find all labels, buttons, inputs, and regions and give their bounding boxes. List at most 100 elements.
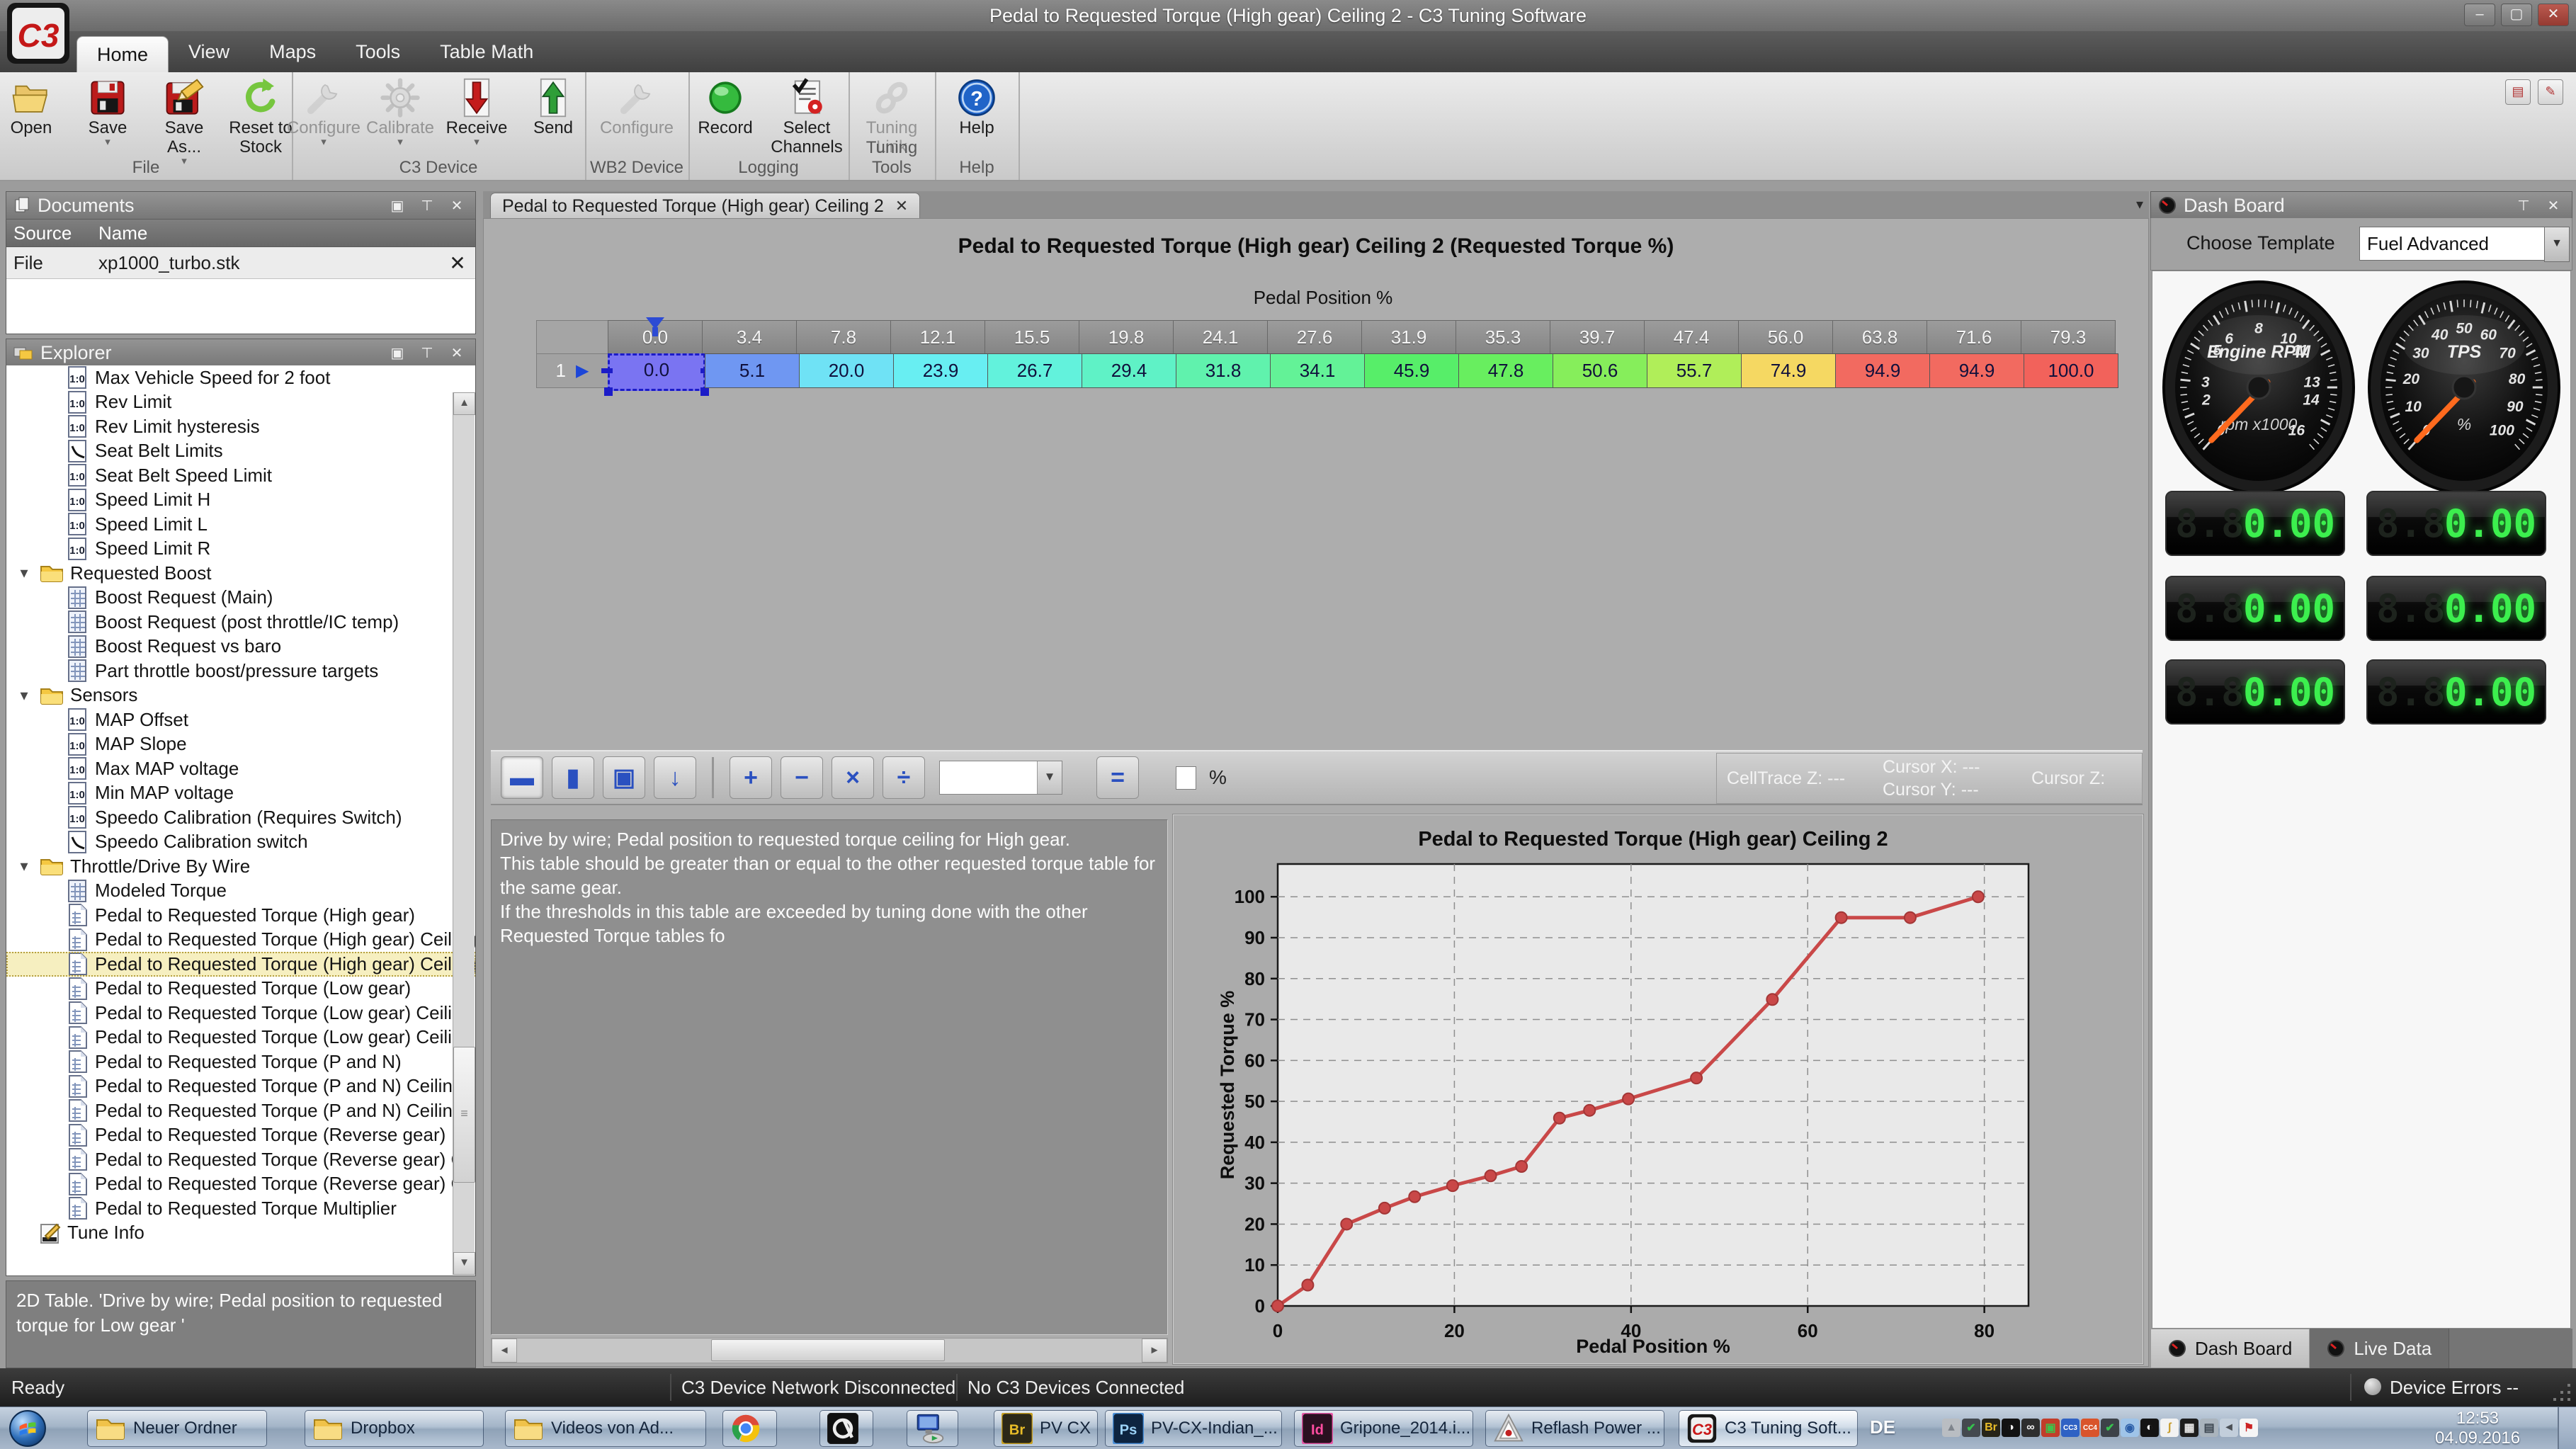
tree-item[interactable]: Boost Request (Main) <box>6 586 475 610</box>
table-cell[interactable]: 26.7 <box>987 353 1082 388</box>
table-col-header[interactable]: 12.1 <box>890 320 985 354</box>
table-col-header[interactable]: 63.8 <box>1832 320 1927 354</box>
dashboard-close-icon[interactable]: ✕ <box>2542 197 2565 215</box>
bird-tray-icon[interactable]: ʃ <box>2160 1419 2179 1437</box>
bridge-tray-icon[interactable]: Br <box>1982 1419 2000 1437</box>
table-cell[interactable]: 55.7 <box>1647 353 1742 388</box>
table-col-header[interactable]: 71.6 <box>1927 320 2021 354</box>
taskbar-button-remote-desktop[interactable] <box>907 1410 958 1447</box>
usb-safely-remove-icon[interactable]: ✔ <box>1962 1419 1980 1437</box>
tree-item[interactable]: 1:0MAP Offset <box>6 708 475 732</box>
add-button[interactable]: + <box>730 756 772 799</box>
subtract-button[interactable]: − <box>781 756 823 799</box>
table-cell[interactable]: 94.9 <box>1929 353 2024 388</box>
tree-item-selected[interactable]: Pedal to Requested Torque (High gear) Ce… <box>6 952 475 977</box>
tree-item[interactable]: ▾Throttle/Drive By Wire <box>6 854 475 879</box>
taskbar-button-media-black[interactable] <box>819 1410 873 1447</box>
table-cell[interactable]: 74.9 <box>1741 353 1836 388</box>
documents-col-source[interactable]: Source <box>6 222 93 244</box>
tree-item[interactable]: 1:0Max Vehicle Speed for 2 foot <box>6 365 475 390</box>
selection-handle[interactable] <box>601 368 613 373</box>
documents-col-name[interactable]: Name <box>93 222 475 244</box>
tree-item[interactable]: 1:0Min MAP voltage <box>6 781 475 806</box>
media-player2-tray-icon[interactable]: ◐ <box>2140 1419 2159 1437</box>
show-desktop-button[interactable] <box>2558 1407 2576 1449</box>
tree-item[interactable]: Tune Info <box>6 1221 475 1246</box>
selection-handle[interactable] <box>604 387 613 396</box>
table-cell[interactable]: 94.9 <box>1835 353 1930 388</box>
scroll-down-icon[interactable]: ▼ <box>453 1252 475 1275</box>
table-col-header[interactable]: 47.4 <box>1644 320 1739 354</box>
paste-special-button[interactable]: ↓ <box>654 756 696 799</box>
table-cell[interactable]: 31.8 <box>1176 353 1271 388</box>
ribbon-options-icon[interactable]: ✎ <box>2538 79 2563 105</box>
tree-item[interactable]: Pedal to Requested Torque (P and N) Ceil… <box>6 1098 475 1123</box>
table-col-header[interactable]: 79.3 <box>2021 320 2116 354</box>
network-tray-icon[interactable]: ▤ <box>2200 1419 2218 1437</box>
document-row[interactable]: Filexp1000_turbo.stk✕ <box>6 247 475 279</box>
hscroll-thumb[interactable] <box>711 1339 945 1361</box>
creative-cloud-icon[interactable]: ∞ <box>2021 1419 2040 1437</box>
horizontal-scrollbar[interactable]: ◄ ► <box>491 1338 1168 1363</box>
documents-close-icon[interactable]: ✕ <box>446 197 468 215</box>
clock[interactable]: 12:53 04.09.2016 <box>2407 1409 2548 1448</box>
explorer-close-icon[interactable]: ✕ <box>446 344 468 362</box>
close-document-icon[interactable]: ✕ <box>440 251 475 275</box>
maximize-button[interactable]: ▢ <box>2501 4 2532 26</box>
table-col-header[interactable]: 35.3 <box>1456 320 1550 354</box>
tree-item[interactable]: Pedal to Requested Torque (High gear) <box>6 903 475 928</box>
tree-item[interactable]: Pedal to Requested Torque (Low gear) Cei… <box>6 1025 475 1050</box>
dashboard-tab-dash-board[interactable]: Dash Board <box>2150 1329 2310 1368</box>
table-col-header[interactable]: 27.6 <box>1267 320 1362 354</box>
tree-item[interactable]: ▾Sensors <box>6 683 475 708</box>
cc4-tray-icon[interactable]: CC4 <box>2081 1419 2099 1437</box>
ribbon-select-channels-button[interactable]: Select Channels <box>765 76 849 158</box>
ribbon-receive-button[interactable]: Receive▾ <box>440 76 514 149</box>
cc3-tray-icon[interactable]: CC3 <box>2061 1419 2079 1437</box>
tree-item[interactable]: 1:0Rev Limit <box>6 390 475 415</box>
template-select[interactable]: Fuel Advanced ▼ <box>2359 227 2545 261</box>
tree-item[interactable]: Boost Request (post throttle/IC temp) <box>6 610 475 635</box>
tree-item[interactable]: Pedal to Requested Torque (High gear) Ce… <box>6 928 475 953</box>
tree-expanded-icon[interactable]: ▾ <box>15 686 33 705</box>
table-col-header[interactable]: 3.4 <box>702 320 797 354</box>
menu-tab-table-math[interactable]: Table Math <box>420 31 553 72</box>
table-col-header[interactable]: 19.8 <box>1079 320 1174 354</box>
tree-item[interactable]: Pedal to Requested Torque (Low gear) Cei… <box>6 1001 475 1025</box>
reflash-tray-icon[interactable]: ▲ <box>1942 1419 1961 1437</box>
taskbar-button-pv-cx-indian[interactable]: PsPV-CX-Indian_... <box>1105 1410 1282 1447</box>
resize-grip[interactable] <box>2568 1398 2570 1401</box>
ribbon-send-button[interactable]: Send <box>516 76 590 139</box>
action-center-flag-icon[interactable]: ⚑ <box>2240 1419 2258 1437</box>
tree-item[interactable]: 1:0Rev Limit hysteresis <box>6 414 475 439</box>
tree-item[interactable]: Pedal to Requested Torque (Reverse gear)… <box>6 1172 475 1197</box>
table-row-header[interactable]: 1▶ <box>536 353 608 388</box>
ribbon-save-as-button[interactable]: Save As...▾ <box>147 76 221 168</box>
tree-item[interactable]: 1:0MAP Slope <box>6 732 475 757</box>
table-col-header[interactable]: 7.8 <box>796 320 891 354</box>
tree-item[interactable]: 1:0Speed Limit H <box>6 488 475 513</box>
quick-help-icon[interactable]: ▤ <box>2505 79 2531 105</box>
table-cell[interactable]: 47.8 <box>1458 353 1553 388</box>
table-cell[interactable]: 100.0 <box>2024 353 2118 388</box>
tree-expanded-icon[interactable]: ▾ <box>15 564 33 582</box>
set-equal-button[interactable]: = <box>1096 756 1139 799</box>
template-dropdown-icon[interactable]: ▼ <box>2544 227 2570 262</box>
tree-item[interactable]: 1:0Max MAP voltage <box>6 756 475 781</box>
table-col-header[interactable]: 0.0 <box>608 320 703 354</box>
ribbon-record-button[interactable]: Record <box>688 76 762 139</box>
fill-row-button[interactable]: ▬ <box>501 756 543 799</box>
interpolate-button[interactable]: ▣ <box>603 756 645 799</box>
table-col-header[interactable]: 56.0 <box>1738 320 1833 354</box>
menu-tab-view[interactable]: View <box>169 31 249 72</box>
ribbon-help-button[interactable]: ?Help <box>940 76 1014 139</box>
tree-item[interactable]: ▾Requested Boost <box>6 561 475 586</box>
table-cell[interactable]: 34.1 <box>1270 353 1365 388</box>
menu-tab-maps[interactable]: Maps <box>249 31 336 72</box>
percent-checkbox[interactable] <box>1176 766 1196 790</box>
multiply-button[interactable]: × <box>832 756 874 799</box>
tree-item[interactable]: Pedal to Requested Torque (P and N) <box>6 1050 475 1074</box>
taskbar-button-neuer-ordner[interactable]: Neuer Ordner <box>87 1410 267 1447</box>
taskbar-button-dropbox[interactable]: Dropbox <box>305 1410 484 1447</box>
tree-item[interactable]: Pedal to Requested Torque (P and N) Ceil… <box>6 1074 475 1099</box>
